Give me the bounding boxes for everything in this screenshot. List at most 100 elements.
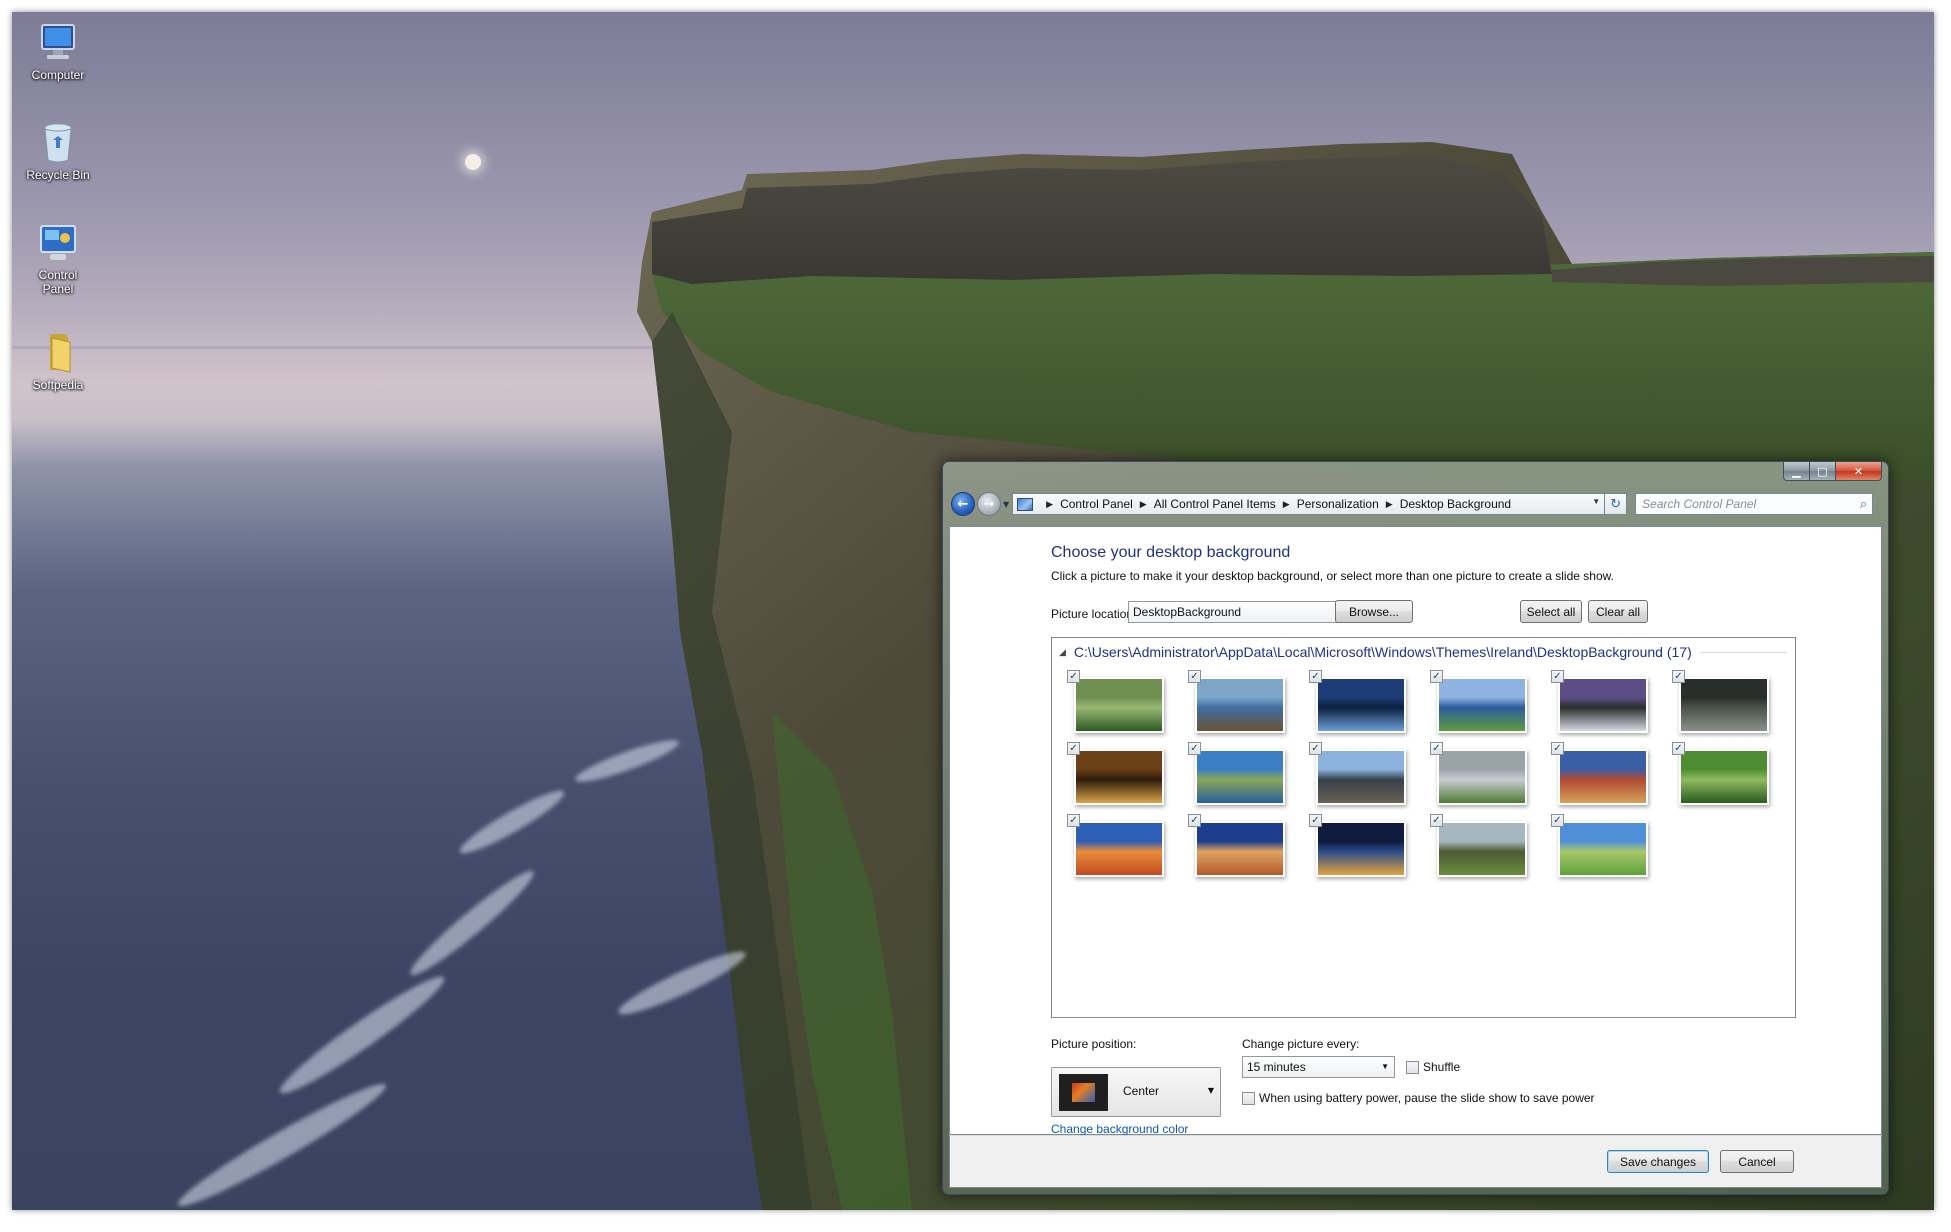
thumbnail-checkbox[interactable]: ✓	[1551, 814, 1564, 827]
thumbnail-checkbox[interactable]: ✓	[1067, 742, 1080, 755]
shuffle-label[interactable]: Shuffle	[1423, 1060, 1460, 1074]
thumbnail-checkbox[interactable]: ✓	[1309, 670, 1322, 683]
wallpaper-thumbnail[interactable]: ✓	[1670, 742, 1778, 812]
wallpaper-thumbnail[interactable]: ✓	[1549, 814, 1657, 884]
address-bar[interactable]: ▶ Control Panel ▶ All Control Panel Items …	[1012, 493, 1606, 515]
thumbnail-checkbox[interactable]: ✓	[1430, 742, 1443, 755]
change-interval-select[interactable]: 15 minutes ▼	[1242, 1056, 1395, 1078]
wallpaper-thumbnail[interactable]: ✓	[1186, 814, 1294, 884]
chevron-right-icon[interactable]: ▶	[1386, 499, 1393, 510]
desktop-icon-label: Recycle Bin	[26, 168, 90, 182]
thumbnail-checkbox[interactable]: ✓	[1309, 742, 1322, 755]
thumbnail-image	[1439, 679, 1525, 731]
thumbnail-image	[1076, 679, 1162, 731]
thumbnail-checkbox[interactable]: ✓	[1188, 742, 1201, 755]
desktop-icon-recycle-bin[interactable]: Recycle Bin	[22, 120, 94, 182]
cancel-button[interactable]: Cancel	[1720, 1150, 1794, 1173]
thumbnail-checkbox[interactable]: ✓	[1309, 814, 1322, 827]
recycle-bin-icon	[36, 120, 80, 164]
control-panel-icon	[36, 220, 80, 264]
desktop-icon-control-panel[interactable]: Control Panel	[22, 220, 94, 296]
wallpaper-thumbnail[interactable]: ✓	[1186, 670, 1294, 740]
thumbnail-checkbox[interactable]: ✓	[1430, 670, 1443, 683]
wallpaper-thumbnail[interactable]: ✓	[1065, 814, 1173, 884]
wallpaper-thumbnail[interactable]: ✓	[1549, 670, 1657, 740]
thumbnail-checkbox[interactable]: ✓	[1672, 670, 1685, 683]
breadcrumb-control-panel[interactable]: Control Panel	[1060, 497, 1133, 511]
thumbnail-frame	[1558, 749, 1648, 805]
back-button[interactable]: ←	[951, 492, 975, 516]
wallpaper-thumbnail[interactable]: ✓	[1428, 742, 1536, 812]
thumbnail-frame	[1316, 749, 1406, 805]
clear-all-button[interactable]: Clear all	[1588, 600, 1648, 623]
wallpaper-thumbnail[interactable]: ✓	[1065, 670, 1173, 740]
wallpaper-thumbnail[interactable]: ✓	[1307, 670, 1415, 740]
close-button[interactable]: ✕	[1836, 462, 1882, 481]
recent-pages-dropdown[interactable]: ▼	[1003, 500, 1009, 509]
page-subtitle: Click a picture to make it your desktop …	[1051, 569, 1614, 583]
wallpaper-thumbnail[interactable]: ✓	[1549, 742, 1657, 812]
computer-icon	[36, 20, 80, 64]
picture-position-label: Picture position:	[1051, 1037, 1137, 1051]
thumbnail-image	[1318, 751, 1404, 803]
chevron-right-icon[interactable]: ▶	[1046, 499, 1053, 510]
picture-position-select[interactable]: Center ▼	[1051, 1067, 1221, 1117]
wallpaper-thumbnail[interactable]: ✓	[1428, 814, 1536, 884]
minimize-button[interactable]: ▁	[1783, 462, 1810, 481]
address-dropdown-icon[interactable]: ▼	[1592, 497, 1600, 506]
collapse-triangle-icon[interactable]: ◢	[1059, 647, 1066, 658]
gallery-group-header[interactable]: ◢ C:\Users\Administrator\AppData\Local\M…	[1059, 642, 1787, 662]
thumbnail-frame	[1437, 749, 1527, 805]
desktop-icon-computer[interactable]: Computer	[22, 20, 94, 82]
search-placeholder: Search Control Panel	[1642, 497, 1757, 511]
battery-pause-checkbox[interactable]	[1242, 1092, 1255, 1105]
wallpaper-thumbnail[interactable]: ✓	[1186, 742, 1294, 812]
chevron-right-icon[interactable]: ▶	[1140, 499, 1147, 510]
thumbnail-checkbox[interactable]: ✓	[1551, 742, 1564, 755]
change-background-color-link[interactable]: Change background color	[1051, 1122, 1188, 1136]
thumbnail-checkbox[interactable]: ✓	[1551, 670, 1564, 683]
thumbnail-frame	[1679, 677, 1769, 733]
thumbnail-checkbox[interactable]: ✓	[1430, 814, 1443, 827]
wallpaper-thumbnail[interactable]: ✓	[1065, 742, 1173, 812]
wallpaper-thumbnail[interactable]: ✓	[1670, 670, 1778, 740]
desktop-background-window: ▁ □ ✕ ← → ▼ ▶ Control Panel ▶ All Control …	[942, 461, 1889, 1195]
thumbnail-frame	[1558, 821, 1648, 877]
thumbnail-frame	[1437, 677, 1527, 733]
refresh-button[interactable]: ↻	[1605, 493, 1628, 515]
chevron-right-icon[interactable]: ▶	[1283, 499, 1290, 510]
forward-arrow-icon: →	[983, 496, 995, 512]
forward-button[interactable]: →	[977, 492, 1001, 516]
search-input[interactable]: Search Control Panel ⌕	[1635, 493, 1874, 515]
desktop-icon-label: Softpedia	[32, 378, 84, 392]
breadcrumb-all-items[interactable]: All Control Panel Items	[1154, 497, 1276, 511]
wallpaper-thumbnail[interactable]: ✓	[1428, 670, 1536, 740]
thumbnail-checkbox[interactable]: ✓	[1672, 742, 1685, 755]
thumbnail-image	[1681, 751, 1767, 803]
thumbnail-image	[1076, 751, 1162, 803]
maximize-button[interactable]: □	[1810, 462, 1836, 481]
breadcrumb-personalization[interactable]: Personalization	[1297, 497, 1379, 511]
desktop-icon-softpedia[interactable]: Softpedia	[22, 330, 94, 392]
picture-location-select[interactable]: DesktopBackground ▼	[1128, 601, 1357, 623]
thumbnail-image	[1439, 823, 1525, 875]
thumbnail-frame	[1074, 821, 1164, 877]
thumbnail-checkbox[interactable]: ✓	[1067, 670, 1080, 683]
chevron-down-icon: ▼	[1381, 1062, 1389, 1071]
content-pane: Choose your desktop background Click a p…	[949, 526, 1882, 1136]
thumbnail-checkbox[interactable]: ✓	[1188, 814, 1201, 827]
thumbnail-checkbox[interactable]: ✓	[1188, 670, 1201, 683]
save-changes-button[interactable]: Save changes	[1607, 1150, 1709, 1173]
search-icon[interactable]: ⌕	[1860, 496, 1867, 512]
select-all-button[interactable]: Select all	[1520, 600, 1582, 623]
wallpaper-thumbnail[interactable]: ✓	[1307, 742, 1415, 812]
shuffle-checkbox[interactable]	[1406, 1061, 1419, 1074]
navigation-bar: ← → ▼ ▶ Control Panel ▶ All Control Panel …	[951, 491, 1880, 517]
wallpaper-thumbnail[interactable]: ✓	[1307, 814, 1415, 884]
breadcrumb-desktop-background[interactable]: Desktop Background	[1400, 497, 1511, 511]
browse-button[interactable]: Browse...	[1335, 600, 1413, 623]
thumbnail-checkbox[interactable]: ✓	[1067, 814, 1080, 827]
battery-pause-label[interactable]: When using battery power, pause the slid…	[1259, 1091, 1595, 1105]
thumbnail-image	[1439, 751, 1525, 803]
thumbnail-image	[1076, 823, 1162, 875]
